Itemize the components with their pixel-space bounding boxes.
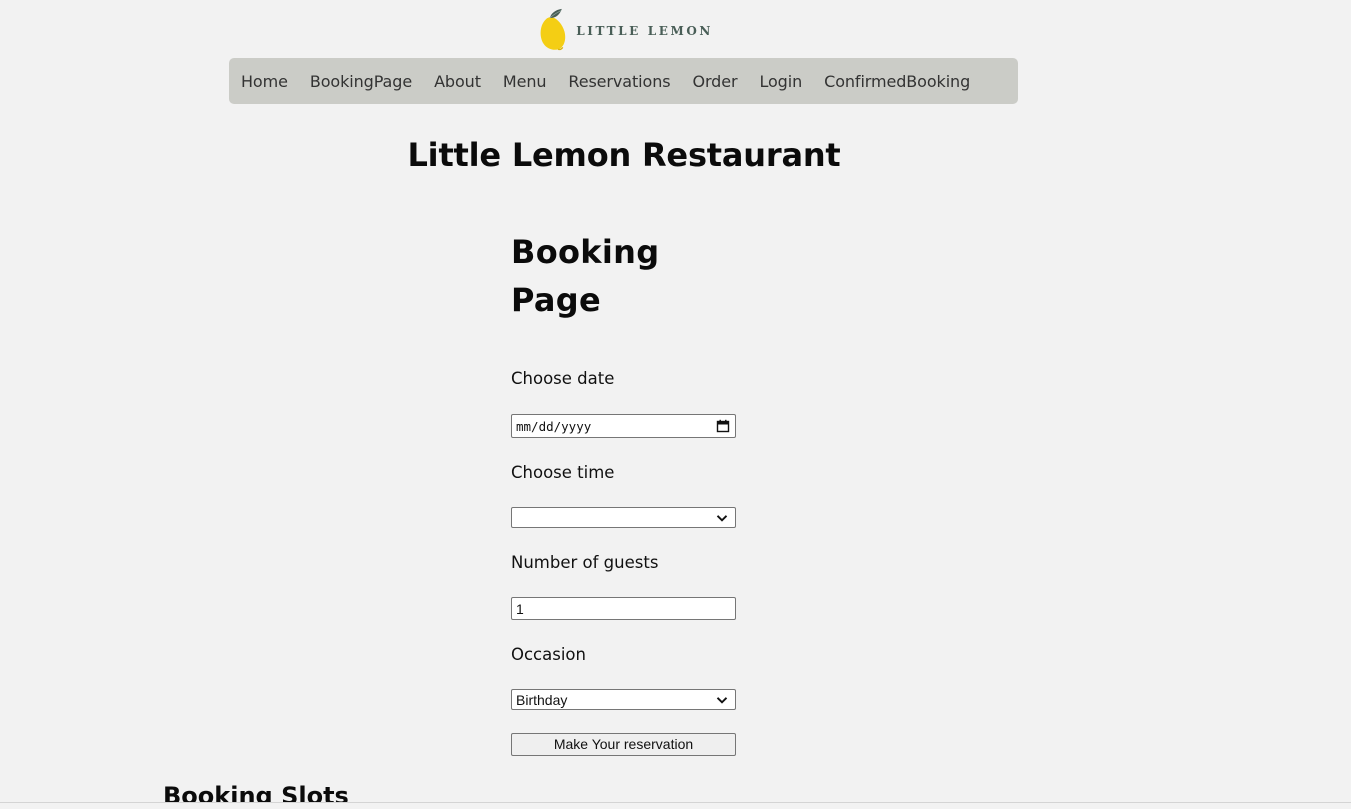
nav-link-reservations[interactable]: Reservations (568, 72, 670, 91)
nav-link-about[interactable]: About (434, 72, 481, 91)
date-label: Choose date (511, 369, 615, 388)
occasion-select[interactable]: Birthday (511, 689, 736, 710)
calendar-icon[interactable] (716, 419, 730, 433)
chevron-down-icon (716, 514, 728, 522)
chevron-down-icon (716, 696, 728, 704)
nav-link-confirmed-booking[interactable]: ConfirmedBooking (824, 72, 970, 91)
booking-title: Booking Page (511, 233, 660, 319)
lemon-icon (540, 8, 566, 51)
main-nav: Home BookingPage About Menu Reservations… (229, 58, 1018, 104)
logo[interactable]: LITTLE LEMON (538, 4, 713, 54)
occasion-label: Occasion (511, 645, 586, 664)
nav-link-booking-page[interactable]: BookingPage (310, 72, 412, 91)
bottom-edge (0, 802, 1351, 809)
make-reservation-button[interactable]: Make Your reservation (511, 733, 736, 756)
nav-link-login[interactable]: Login (759, 72, 802, 91)
date-input[interactable]: mm/dd/yyyy (511, 414, 736, 438)
nav-link-menu[interactable]: Menu (503, 72, 547, 91)
nav-link-order[interactable]: Order (692, 72, 737, 91)
guests-input-field[interactable] (516, 600, 731, 617)
occasion-select-value: Birthday (516, 691, 568, 708)
nav-link-home[interactable]: Home (241, 72, 288, 91)
guests-input[interactable] (511, 597, 736, 620)
time-select[interactable] (511, 507, 736, 528)
logo-text: LITTLE LEMON (576, 24, 713, 38)
time-label: Choose time (511, 463, 615, 482)
page: LITTLE LEMON Home BookingPage About Menu… (0, 0, 1351, 809)
date-placeholder: mm/dd/yyyy (516, 418, 592, 434)
guests-label: Number of guests (511, 553, 659, 572)
page-title: Little Lemon Restaurant (407, 136, 841, 174)
